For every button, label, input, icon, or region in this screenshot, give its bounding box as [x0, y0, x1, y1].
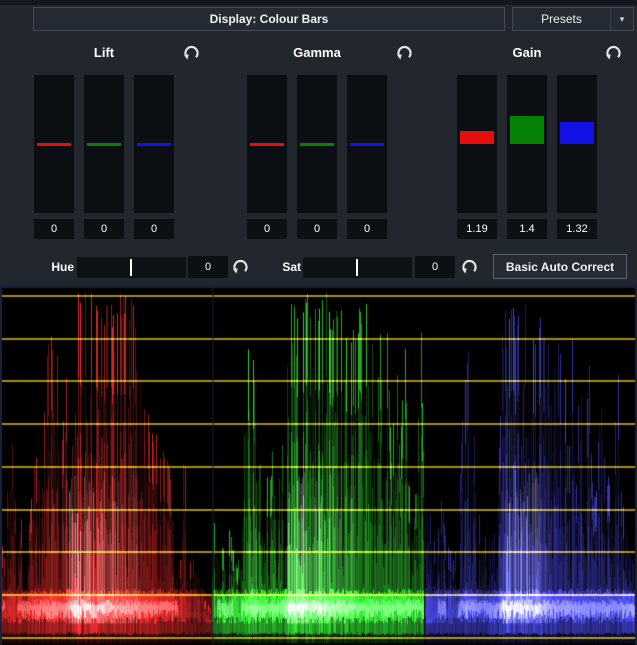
gain-red-value[interactable]: 1.19 — [457, 219, 497, 239]
gain-blue-handle[interactable] — [560, 122, 594, 144]
lift-reset-button[interactable] — [182, 43, 201, 62]
gamma-blue-handle[interactable] — [350, 143, 384, 146]
sat-value[interactable]: 0 — [415, 256, 455, 278]
lift-green-handle[interactable] — [87, 143, 121, 146]
gain-reset-button[interactable] — [604, 43, 623, 62]
reset-icon — [395, 43, 414, 62]
gamma-green-slider[interactable] — [297, 75, 337, 213]
lift-blue-value[interactable]: 0 — [134, 219, 174, 239]
presets-button[interactable]: Presets ▾ — [512, 7, 634, 31]
hue-handle[interactable] — [130, 259, 132, 276]
reset-icon — [604, 43, 623, 62]
gain-blue-slider[interactable] — [557, 75, 597, 213]
reset-icon — [460, 257, 479, 276]
gain-label: Gain — [457, 45, 597, 60]
hue-value[interactable]: 0 — [188, 256, 228, 278]
gain-blue-value[interactable]: 1.32 — [557, 219, 597, 239]
display-mode-button[interactable]: Display: Colour Bars — [33, 7, 505, 31]
colour-correction-panel: Display: Colour Bars Presets ▾ Lift Gamm… — [0, 0, 637, 645]
gamma-blue-value[interactable]: 0 — [347, 219, 387, 239]
sat-label: Sat — [271, 260, 301, 274]
gamma-green-handle[interactable] — [300, 143, 334, 146]
reset-icon — [231, 257, 250, 276]
gamma-label: Gamma — [247, 45, 387, 60]
chevron-down-icon[interactable]: ▾ — [611, 14, 633, 25]
gain-green-handle[interactable] — [510, 116, 544, 144]
hue-label: Hue — [44, 260, 74, 274]
sat-reset-button[interactable] — [460, 257, 479, 276]
gamma-red-slider[interactable] — [247, 75, 287, 213]
gamma-green-value[interactable]: 0 — [297, 219, 337, 239]
lift-red-slider[interactable] — [34, 75, 74, 213]
presets-button-label: Presets — [513, 12, 610, 26]
gamma-red-handle[interactable] — [250, 143, 284, 146]
lift-green-slider[interactable] — [84, 75, 124, 213]
hue-reset-button[interactable] — [231, 257, 250, 276]
gamma-red-value[interactable]: 0 — [247, 219, 287, 239]
gain-green-value[interactable]: 1.4 — [507, 219, 547, 239]
gamma-blue-slider[interactable] — [347, 75, 387, 213]
lift-blue-handle[interactable] — [137, 143, 171, 146]
sat-handle[interactable] — [356, 259, 358, 276]
reset-icon — [182, 43, 201, 62]
gamma-reset-button[interactable] — [395, 43, 414, 62]
gain-red-handle[interactable] — [460, 131, 494, 144]
basic-auto-correct-button[interactable]: Basic Auto Correct — [493, 254, 627, 279]
gain-green-slider[interactable] — [507, 75, 547, 213]
waveform-canvas — [0, 285, 637, 645]
sat-slider[interactable] — [303, 257, 412, 278]
lift-red-value[interactable]: 0 — [34, 219, 74, 239]
lift-label: Lift — [34, 45, 174, 60]
lift-red-handle[interactable] — [37, 143, 71, 146]
hue-slider[interactable] — [77, 257, 186, 278]
top-strip — [0, 0, 637, 5]
lift-blue-slider[interactable] — [134, 75, 174, 213]
lift-green-value[interactable]: 0 — [84, 219, 124, 239]
gain-red-slider[interactable] — [457, 75, 497, 213]
